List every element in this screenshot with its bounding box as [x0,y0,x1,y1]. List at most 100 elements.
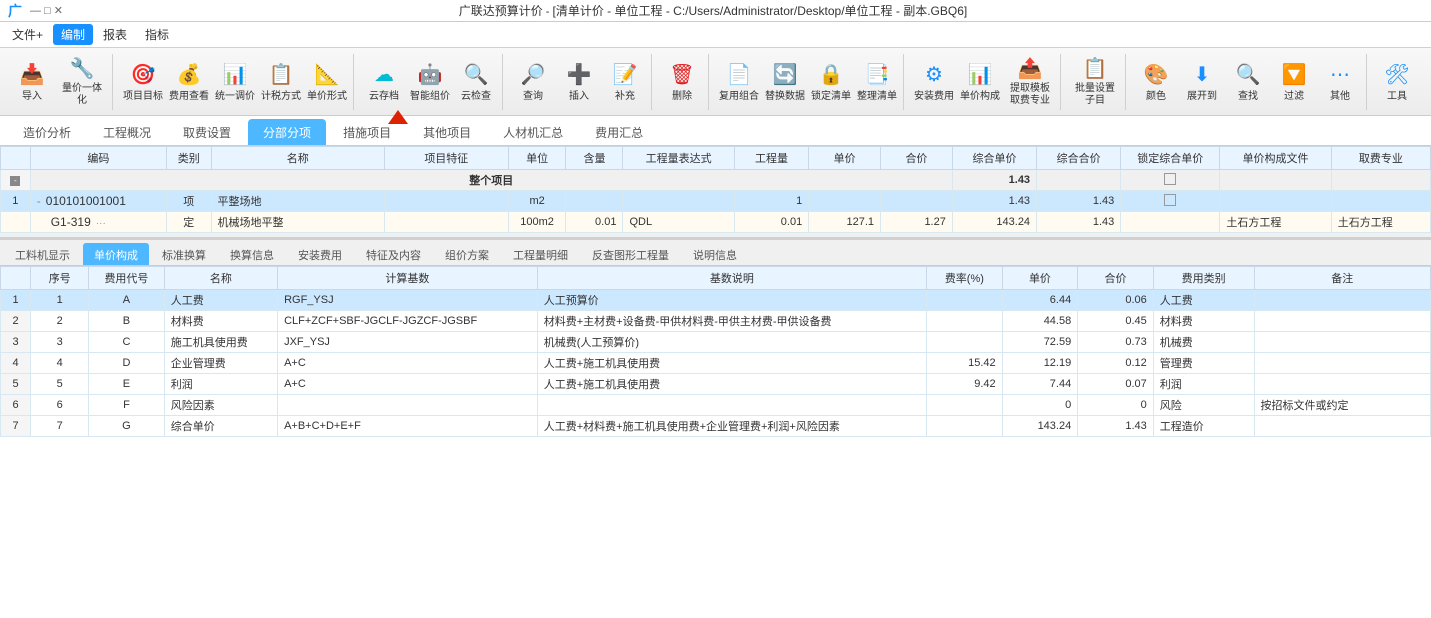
lower-tab-reverse-chart[interactable]: 反查图形工程量 [581,243,680,265]
tab-labor-machine[interactable]: 人材机汇总 [488,119,578,145]
find-button[interactable]: 🔍 查找 [1226,56,1270,108]
tax-method-icon: 📋 [267,61,295,89]
checkbox-locked-0[interactable] [1164,173,1176,185]
lower-col-fee-type: 费用类别 [1153,267,1254,290]
menu-file[interactable]: 文件+ [4,24,51,45]
table-row[interactable]: 11A人工费RGF_YSJ人工预算价6.440.06人工费 [1,290,1431,311]
query-button[interactable]: 🔎 查询 [511,56,555,108]
table-row[interactable]: G1-319 ··· 定 机械场地平整 100m2 0.01 QDL 0.01 … [1,212,1431,233]
sort-clear-button[interactable]: 📑 整理清单 [855,56,899,108]
tool-button[interactable]: 🛠 工具 [1375,56,1419,108]
cell-project-name: 整个项目 [30,170,952,191]
tax-method-button[interactable]: 📋 计税方式 [259,56,303,108]
lower-tab-features[interactable]: 特征及内容 [355,243,432,265]
lower-section: 工料机显示 单价构成 标准换算 换算信息 安装费用 特征及内容 组价方案 工程量… [0,237,1431,618]
table-row[interactable]: 22B材料费CLF+ZCF+SBF-JGCLF-JGZCF-JGSBF材料费+主… [1,311,1431,332]
unified-button[interactable]: 🔧 量价一体化 [56,56,108,108]
table-row[interactable]: - 整个项目 1.43 [1,170,1431,191]
cell-qtyval-2: 0.01 [734,212,808,233]
cell-basedesc-5 [537,395,926,416]
color-label: 颜色 [1146,91,1166,103]
tool-label: 工具 [1387,91,1407,103]
cell-feetype-3: 管理费 [1153,353,1254,374]
lower-tab-change-info[interactable]: 换算信息 [219,243,285,265]
lower-tab-labor-machine[interactable]: 工料机显示 [4,243,81,265]
cell-seq-5: 6 [31,395,89,416]
other-button[interactable]: ⋯ 其他 [1318,56,1362,108]
fee-check-button[interactable]: 💰 费用查看 [167,56,211,108]
install-fee-button[interactable]: ⚙ 安装费用 [912,56,956,108]
batch-set-label: 批量设置子目 [1071,83,1119,107]
lower-tab-unit-compose[interactable]: 单价构成 [83,243,149,265]
import-button[interactable]: 📥 导入 [10,56,54,108]
arrow-indicator [388,110,408,124]
color-button[interactable]: 🎨 颜色 [1134,56,1178,108]
table-row[interactable]: 66F风险因素00风险按招标文件或约定 [1,395,1431,416]
cell-basenum-3: A+C [278,353,538,374]
tab-project-overview[interactable]: 工程概况 [88,119,166,145]
cloud-archive-button[interactable]: ☁ 云存档 [362,56,406,108]
cell-totalprice-1 [881,191,953,212]
cell-rownum-lower-4: 5 [1,374,31,395]
cloud-check-button[interactable]: 🔍 云检查 [454,56,498,108]
query-label: 查询 [523,91,543,103]
table-row[interactable]: 44D企业管理费A+C人工费+施工机具使用费15.4212.190.12管理费 [1,353,1431,374]
cell-name-2: 机械场地平整 [211,212,384,233]
lock-clear-label: 锁定清单 [811,91,851,103]
table-row[interactable]: 77G综合单价A+B+C+D+E+F人工费+材料费+施工机具使用费+企业管理费+… [1,416,1431,437]
supplement-button[interactable]: 📝 补充 [603,56,647,108]
cell-feecode-2: C [89,332,165,353]
tab-other-items[interactable]: 其他项目 [408,119,486,145]
project-target-button[interactable]: 🎯 项目目标 [121,56,165,108]
menu-report[interactable]: 报表 [95,24,135,45]
lock-clear-button[interactable]: 🔒 锁定清单 [809,56,853,108]
table-row[interactable]: 33C施工机具使用费JXF_YSJ机械费(人工预算价)72.590.73机械费 [1,332,1431,353]
smart-price-button[interactable]: 🤖 智能组价 [408,56,452,108]
main-tab-bar: 造价分析 工程概况 取费设置 分部分项 措施项目 其他项目 人材机汇总 费用汇总 [0,116,1431,146]
insert-button[interactable]: ➕ 插入 [557,56,601,108]
table-row[interactable]: 55E利润A+C人工费+施工机具使用费9.427.440.07利润 [1,374,1431,395]
cell-rate-6 [927,416,1003,437]
table-row[interactable]: 1 - 010101001001 项 平整场地 m2 1 1.43 1.43 [1,191,1431,212]
extract-template-button[interactable]: 📤 提取模板取费专业 [1004,56,1056,108]
checkbox-locked-1[interactable] [1164,194,1176,206]
unit-compose-button[interactable]: 📊 单价构成 [958,56,1002,108]
tab-part-section[interactable]: 分部分项 [248,119,326,145]
batch-set-button[interactable]: 📋 批量设置子目 [1069,56,1121,108]
cell-feecode-0: A [89,290,165,311]
cell-name-lower-1: 材料费 [164,311,277,332]
lower-tab-standard-change[interactable]: 标准换算 [151,243,217,265]
cell-composite-price-1: 1.43 [952,191,1036,212]
collapse-icon[interactable]: - [10,176,20,186]
unit-form-icon: 📐 [313,61,341,89]
unified-price-button[interactable]: 📊 统一调价 [213,56,257,108]
expand-button[interactable]: ⬇ 展开到 [1180,56,1224,108]
lower-tab-group-plan[interactable]: 组价方案 [434,243,500,265]
menu-bar: 文件+ 编制 报表 指标 [0,22,1431,48]
sort-clear-label: 整理清单 [857,91,897,103]
cell-seq-4: 5 [31,374,89,395]
col-composite-price: 综合单价 [952,147,1036,170]
filter-button[interactable]: 🔽 过滤 [1272,56,1316,108]
upper-table-header: 编码 类别 名称 项目特征 单位 含量 工程量表达式 工程量 单价 合价 综合单… [1,147,1431,170]
delete-button[interactable]: 🗑 删除 [660,56,704,108]
menu-index[interactable]: 指标 [137,24,177,45]
lower-tab-install-fee[interactable]: 安装费用 [287,243,353,265]
title-bar: 广 — □ ✕ 广联达预算计价 - [清单计价 - 单位工程 - C:/User… [0,0,1431,22]
replace-data-button[interactable]: 🔄 替换数据 [763,56,807,108]
cloud-archive-icon: ☁ [370,61,398,89]
tab-fee-summary[interactable]: 费用汇总 [580,119,658,145]
filter-label: 过滤 [1284,91,1304,103]
cell-totalprice-lower-6: 1.43 [1078,416,1154,437]
menu-edit[interactable]: 编制 [53,24,93,45]
tab-cost-analysis[interactable]: 造价分析 [8,119,86,145]
copy-group-button[interactable]: 📄 复用组合 [717,56,761,108]
cell-note-0 [1254,290,1430,311]
cell-locked-0 [1121,170,1220,191]
lower-tab-qty-detail[interactable]: 工程量明细 [502,243,579,265]
tab-fee-settings[interactable]: 取费设置 [168,119,246,145]
lower-tab-note-info[interactable]: 说明信息 [682,243,748,265]
cell-unitprice-lower-6: 143.24 [1002,416,1078,437]
unit-form-button[interactable]: 📐 单价形式 [305,56,349,108]
cell-composite-total-1: 1.43 [1037,191,1121,212]
